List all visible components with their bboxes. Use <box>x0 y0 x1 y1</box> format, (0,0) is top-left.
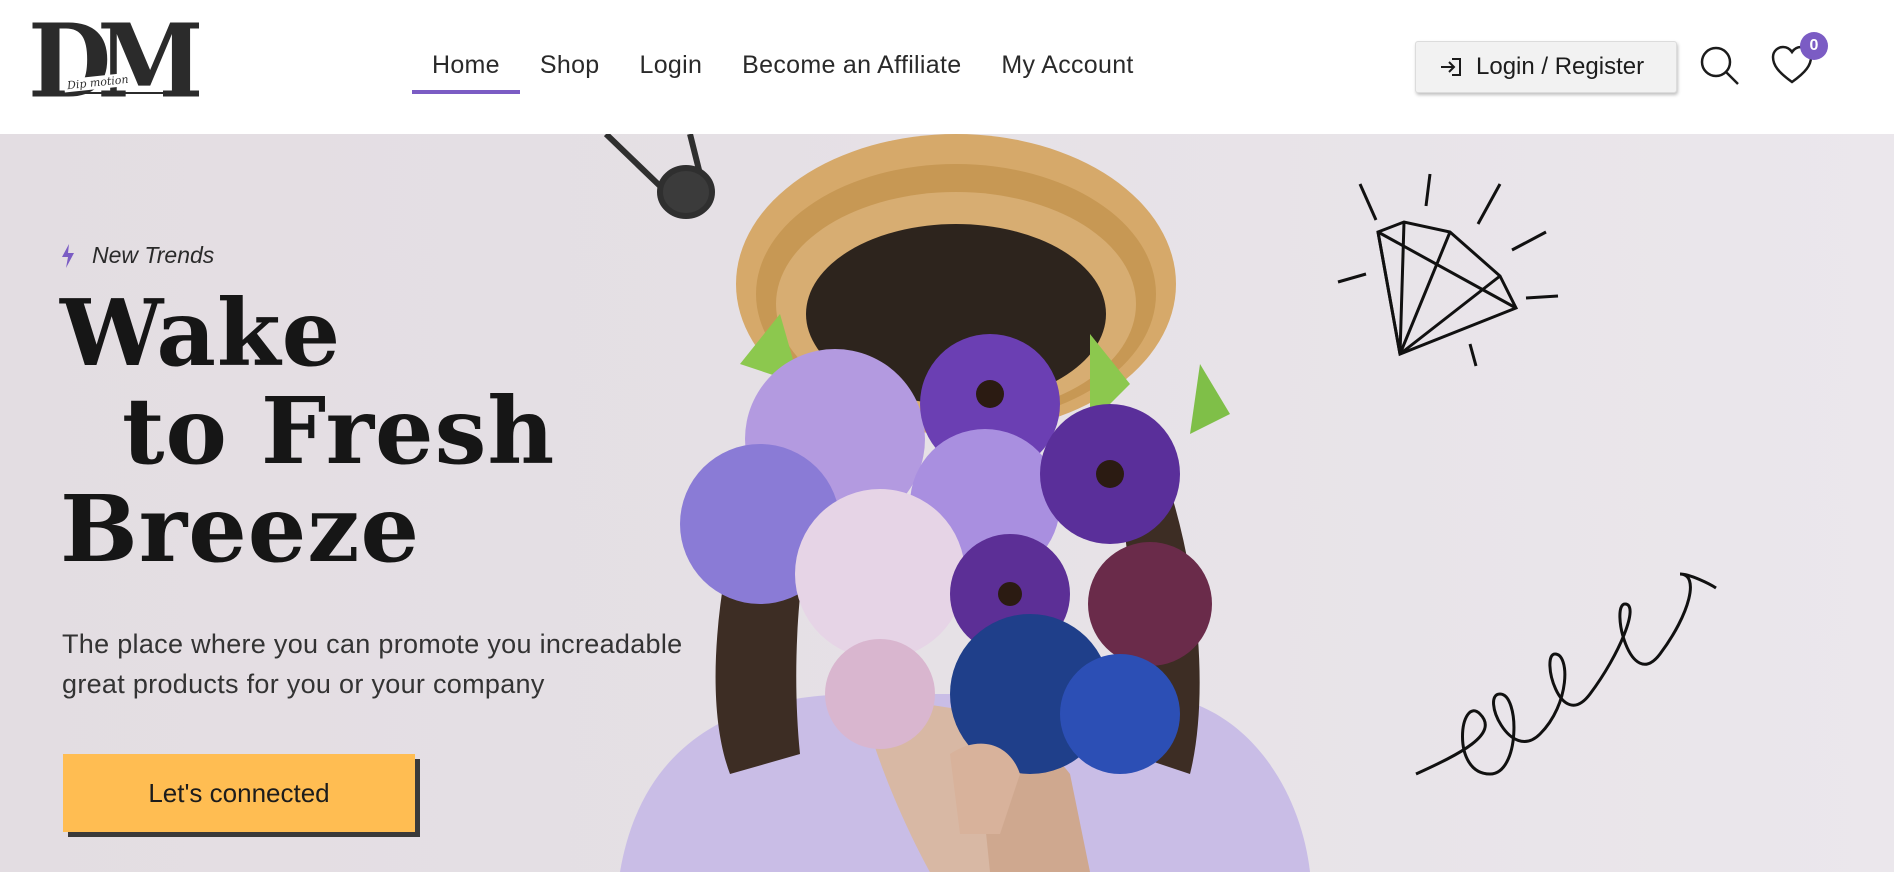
logo-mark: DM <box>28 2 203 121</box>
logo-underline <box>58 92 174 94</box>
hero-subtext: The place where you can promote you incr… <box>62 624 782 704</box>
cta-button[interactable]: Let's connected <box>63 754 415 832</box>
headline-line-2: to Fresh <box>122 377 556 485</box>
tagline-text: New Trends <box>92 242 215 268</box>
nav-login[interactable]: Login <box>619 46 722 94</box>
site-header: DM Dip motion Home Shop Login Become an … <box>0 0 1894 134</box>
nav-home[interactable]: Home <box>412 46 520 94</box>
hero-section: New Trends Wake to Fresh Breeze The plac… <box>0 134 1894 872</box>
login-arrow-icon <box>1441 58 1461 76</box>
site-logo[interactable]: DM Dip motion <box>28 11 203 114</box>
headline-line-3: Breeze <box>60 475 421 583</box>
login-register-button[interactable]: Login / Register <box>1415 41 1677 93</box>
wishlist-count-badge: 0 <box>1800 32 1828 60</box>
search-icon[interactable] <box>1698 44 1742 88</box>
main-nav: Home Shop Login Become an Affiliate My A… <box>412 46 1154 94</box>
subtext-line-2: great products for you or your company <box>62 669 545 699</box>
subtext-line-1: The place where you can promote you incr… <box>62 629 683 659</box>
nav-my-account[interactable]: My Account <box>981 46 1153 94</box>
login-register-label: Login / Register <box>1476 53 1645 80</box>
bolt-icon <box>62 243 74 268</box>
headline-line-1: Wake <box>60 279 342 387</box>
diamond-doodle <box>1337 173 1559 367</box>
scribble-doodle <box>1415 572 1717 776</box>
nav-shop[interactable]: Shop <box>520 46 620 94</box>
nav-become-affiliate[interactable]: Become an Affiliate <box>722 46 981 94</box>
hero-tagline: New Trends <box>60 242 214 269</box>
balloon-doodle <box>603 134 715 219</box>
hero-headline: Wake to Fresh Breeze <box>60 284 555 578</box>
